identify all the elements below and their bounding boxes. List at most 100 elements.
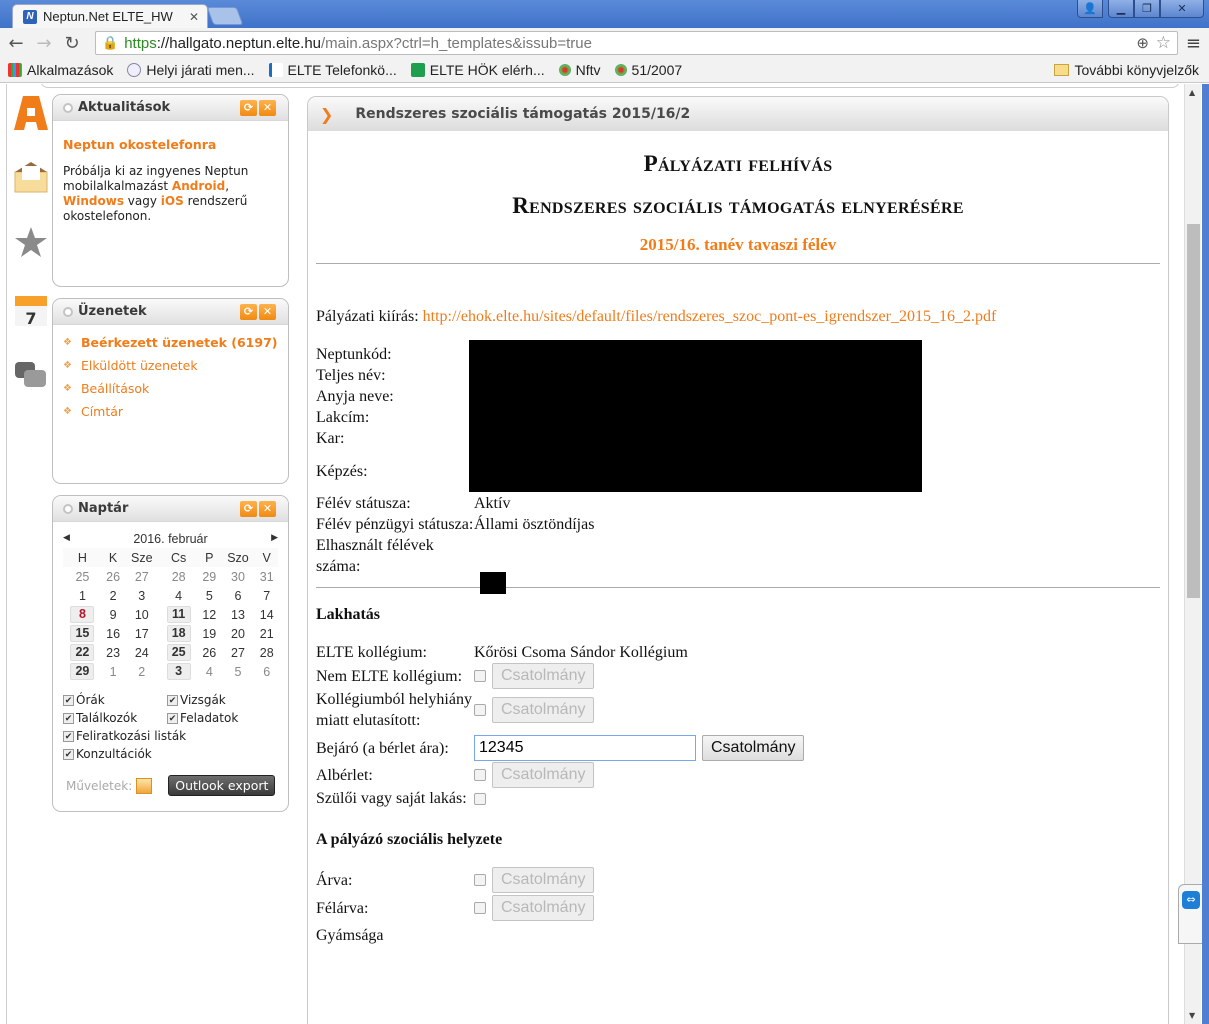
calendar-day[interactable]: 15 [63,624,102,643]
calendar-day[interactable]: 5 [221,662,256,681]
outlook-export-button[interactable]: Outlook export [168,775,276,796]
calendar-day[interactable]: 3 [159,662,198,681]
rejected-attach-button[interactable]: Csatolmány [492,697,595,723]
calendar-day[interactable]: 11 [159,605,198,624]
calendar-day[interactable]: 6 [255,662,278,681]
minimize-button[interactable]: ▁ [1108,0,1134,18]
calendar-day[interactable]: 3 [124,586,159,605]
calendar-day[interactable]: 1 [63,586,102,605]
rejected-dorm-checkbox[interactable] [474,704,486,716]
refresh-icon[interactable]: ⟳ [240,303,257,320]
commuter-price-input[interactable] [474,735,696,761]
calendar-day[interactable]: 25 [63,567,102,586]
zoom-icon[interactable]: ⊕ [1136,34,1149,52]
calendar-day[interactable]: 26 [198,643,221,662]
bookmark-51-2007[interactable]: 51/2007 [614,62,682,78]
calendar-day[interactable]: 27 [124,567,159,586]
next-month-icon[interactable]: ▶ [271,532,278,546]
close-icon[interactable]: ✕ [259,500,276,517]
bookmark-bus[interactable]: Helyi járati men... [127,62,255,78]
favorites-star-icon[interactable] [14,226,48,260]
refresh-icon[interactable]: ⟳ [240,500,257,517]
scroll-up-icon[interactable]: ▲ [1189,88,1195,97]
calendar-day[interactable]: 29 [198,567,221,586]
filter-konzultaciok[interactable]: ✔ Konzultációk [63,747,263,761]
checkbox-checked-icon[interactable]: ✔ [167,712,178,724]
rent-attach-button[interactable]: Csatolmány [492,762,595,788]
close-tab-icon[interactable]: ✕ [189,10,199,24]
calendar-day[interactable]: 7 [255,586,278,605]
bookmark-hok[interactable]: ELTE HÖK elérh... [410,62,545,78]
other-bookmarks[interactable]: További könyvjelzők [1054,62,1199,78]
filter-vizsgak[interactable]: ✔ Vizsgák [167,693,271,707]
checkbox-checked-icon[interactable]: ✔ [63,694,74,706]
messages-inbox-link[interactable]: ❖ Beérkezett üzenetek (6197) [63,335,278,350]
news-headline[interactable]: Neptun okostelefonra [63,137,278,152]
orphan-attach-button[interactable]: Csatolmány [492,867,595,893]
ios-link[interactable]: iOS [161,194,184,208]
bookmark-star-icon[interactable]: ☆ [1156,33,1171,53]
calendar-day[interactable]: 13 [221,605,256,624]
calendar-day[interactable]: 12 [198,605,221,624]
messages-directory-link[interactable]: ❖ Címtár [63,404,278,419]
calendar-day[interactable]: 1 [102,662,125,681]
filter-talalkozok[interactable]: ✔ Találkozók [63,711,167,725]
calendar-day[interactable]: 16 [102,624,125,643]
news-a-icon[interactable] [14,96,48,130]
commuter-attach-button[interactable]: Csatolmány [702,735,805,761]
prev-month-icon[interactable]: ◀ [63,532,70,546]
back-button[interactable]: ← [4,33,28,54]
refresh-icon[interactable]: ⟳ [240,99,257,116]
forward-button[interactable]: → [32,33,56,54]
checkbox-checked-icon[interactable]: ✔ [63,712,74,724]
non-elte-attach-button[interactable]: Csatolmány [492,663,595,689]
calendar-day[interactable]: 2 [102,586,125,605]
bookmark-phone[interactable]: ELTE Telefonkö... [268,62,397,78]
close-window-button[interactable]: ✕ [1160,0,1204,18]
calendar-day[interactable]: 14 [255,605,278,624]
close-icon[interactable]: ✕ [259,99,276,116]
calendar-icon[interactable]: 7 [14,294,48,328]
messages-settings-link[interactable]: ❖ Beállítások [63,381,278,396]
android-link[interactable]: Android [172,179,225,193]
filter-orak[interactable]: ✔ Órák [63,693,167,707]
address-bar[interactable]: 🔒 https://hallgato.neptun.elte.hu/main.a… [95,31,1178,55]
non-elte-dorm-checkbox[interactable] [474,670,486,682]
profile-icon[interactable]: 👤 [1077,0,1103,18]
calendar-day[interactable]: 10 [124,605,159,624]
menu-icon[interactable]: ≡ [1186,33,1201,54]
bookmark-nftv[interactable]: Nftv [558,62,601,78]
calendar-day[interactable]: 8 [63,605,102,624]
vertical-scrollbar[interactable]: ▲ ▼ [1184,84,1201,1024]
calendar-day[interactable]: 2 [124,662,159,681]
calendar-day[interactable]: 17 [124,624,159,643]
checkbox-checked-icon[interactable]: ✔ [63,730,74,742]
messages-sent-link[interactable]: ❖ Elküldött üzenetek [63,358,278,373]
filter-feliratkozasi-listak[interactable]: ✔ Feliratkozási listák [63,729,263,743]
new-tab-button[interactable] [206,7,244,25]
calendar-day[interactable]: 30 [221,567,256,586]
calendar-day[interactable]: 23 [102,643,125,662]
calendar-day[interactable]: 18 [159,624,198,643]
calendar-day[interactable]: 19 [198,624,221,643]
calendar-day[interactable]: 31 [255,567,278,586]
calendar-day[interactable]: 4 [159,586,198,605]
close-icon[interactable]: ✕ [259,303,276,320]
operations-icon[interactable] [136,777,153,794]
windows-link[interactable]: Windows [63,194,124,208]
restore-button[interactable]: ❐ [1134,0,1160,18]
own-home-checkbox[interactable] [474,792,486,805]
kiiras-link[interactable]: http://ehok.elte.hu/sites/default/files/… [423,308,997,325]
reload-button[interactable]: ↻ [60,33,84,54]
bookmark-apps[interactable]: Alkalmazások [8,62,113,78]
rent-checkbox[interactable] [474,769,486,781]
calendar-day[interactable]: 4 [198,662,221,681]
scroll-down-icon[interactable]: ▼ [1189,1011,1195,1020]
calendar-day[interactable]: 29 [63,662,102,681]
checkbox-checked-icon[interactable]: ✔ [63,748,74,760]
calendar-day[interactable]: 26 [102,567,125,586]
checkbox-checked-icon[interactable]: ✔ [167,694,178,706]
half-orphan-checkbox[interactable] [474,902,486,914]
filter-feladatok[interactable]: ✔ Feladatok [167,711,271,725]
calendar-day[interactable]: 28 [159,567,198,586]
